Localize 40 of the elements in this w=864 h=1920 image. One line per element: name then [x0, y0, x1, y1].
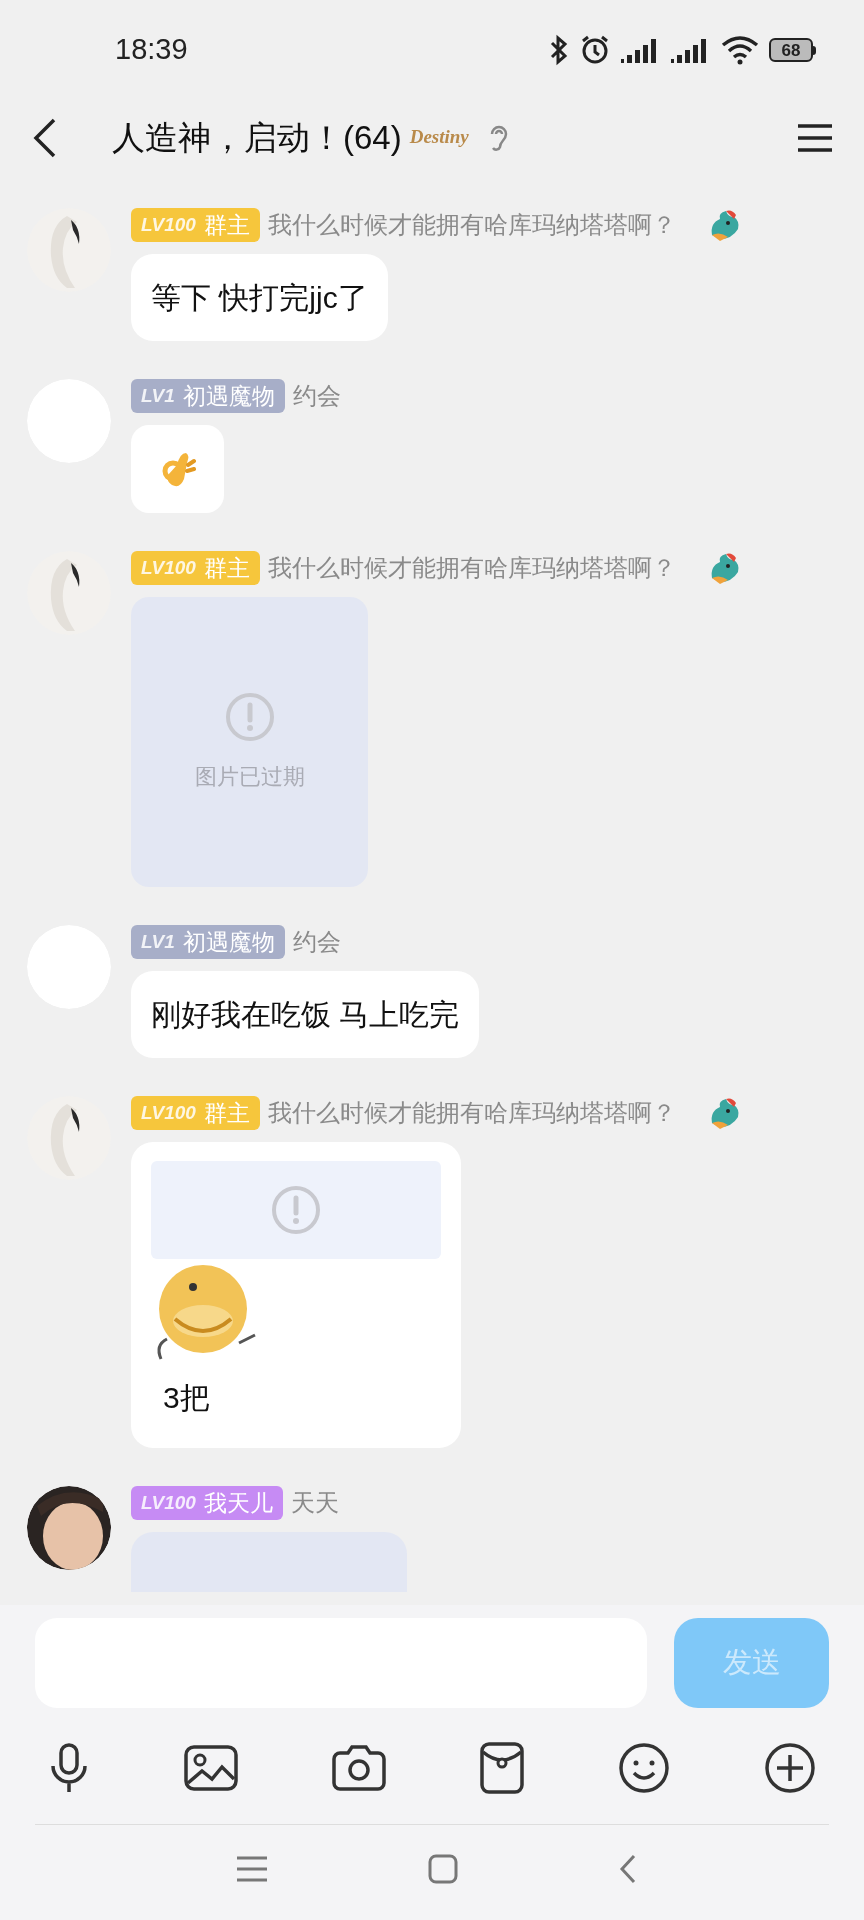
warning-icon: [224, 691, 275, 742]
menu-icon[interactable]: [796, 122, 834, 153]
level-text: LV100: [141, 555, 196, 580]
alarm-icon: [579, 34, 611, 66]
role-text: 群主: [203, 553, 250, 583]
level-text: LV1: [141, 383, 175, 408]
chat-title: 人造神，启动！(64): [112, 117, 402, 158]
expired-caption: 图片已过期: [194, 762, 305, 791]
level-text: LV100: [141, 212, 196, 237]
level-text: LV100: [141, 1100, 196, 1125]
envelope-icon[interactable]: [480, 1742, 524, 1794]
role-text: 群主: [203, 210, 250, 240]
sender-name: 约会: [292, 927, 341, 957]
message-bubble: 等下 快打完jjc了: [131, 254, 388, 341]
level-text: LV1: [141, 929, 175, 954]
clock-time: 18:39: [115, 32, 188, 68]
image-icon[interactable]: [184, 1745, 238, 1791]
warning-icon: [271, 1185, 321, 1235]
role-text: 我天儿: [203, 1488, 273, 1518]
bluetooth-icon: [549, 34, 569, 66]
microphone-icon[interactable]: [48, 1742, 90, 1794]
sender-name: 天天: [290, 1488, 339, 1518]
home-icon[interactable]: [428, 1854, 458, 1884]
sender-name: 我什么时候才能拥有哈库玛纳塔塔啊？: [267, 210, 676, 240]
message-text: 3把: [163, 1380, 210, 1416]
add-icon[interactable]: [764, 1742, 816, 1794]
role-text: 初遇魔物: [182, 927, 275, 957]
emoji-icon[interactable]: [618, 1742, 670, 1794]
camera-icon[interactable]: [332, 1745, 386, 1791]
sender-name: 我什么时候才能拥有哈库玛纳塔塔啊？: [267, 553, 676, 583]
wifi-icon: [721, 35, 759, 65]
role-text: 初遇魔物: [182, 381, 275, 411]
battery-level: 68: [781, 41, 801, 59]
message-bubble: 刚好我在吃饭 马上吃完: [131, 971, 480, 1058]
sender-name: 我什么时候才能拥有哈库玛纳塔塔啊？: [267, 1098, 676, 1128]
avatar[interactable]: [27, 1486, 111, 1570]
group-logo: Destiny: [409, 125, 469, 150]
level-text: LV100: [141, 1490, 196, 1515]
role-text: 群主: [203, 1098, 250, 1128]
sender-name: 约会: [292, 381, 341, 411]
